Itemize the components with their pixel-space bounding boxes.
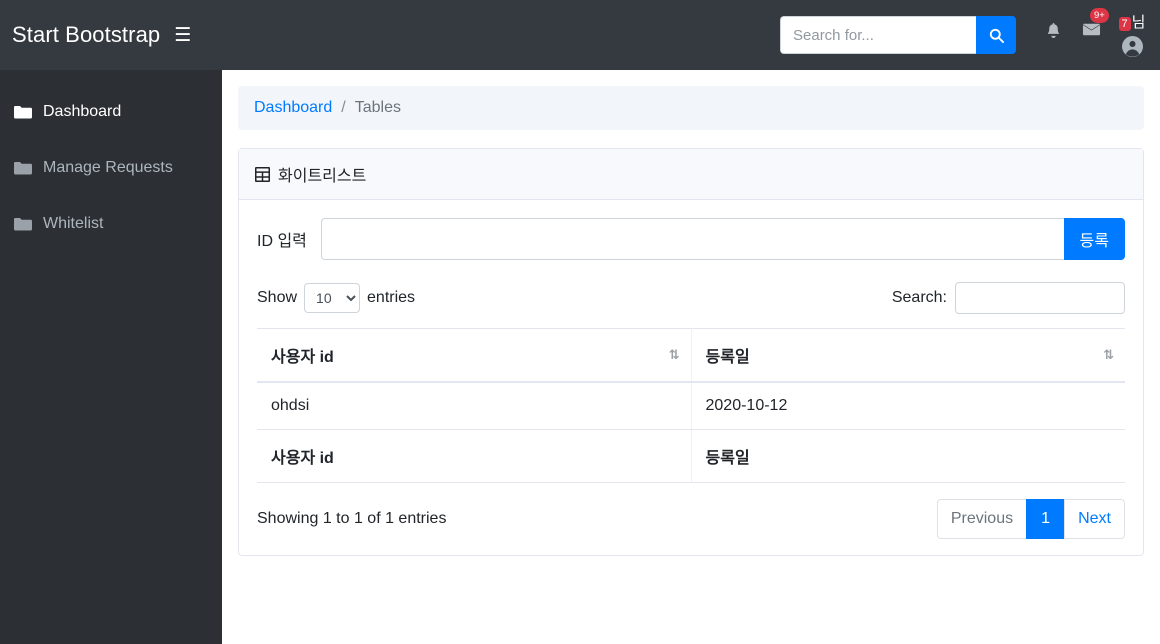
- navbar-icon-group: 9+ 7님: [1034, 0, 1160, 70]
- user-badge: 7: [1118, 17, 1131, 31]
- search-label: Search:: [891, 289, 947, 306]
- folder-icon: [14, 161, 34, 175]
- card-body: ID 입력 등록 Show 10 25 50 100 entries: [239, 200, 1143, 555]
- datatable-footer: Showing 1 to 1 of 1 entries Previous 1 N…: [257, 499, 1125, 539]
- breadcrumb-dashboard[interactable]: Dashboard: [254, 99, 332, 117]
- search-input[interactable]: [780, 16, 976, 54]
- cell-user-id: ohdsi: [257, 382, 692, 430]
- card-title: 화이트리스트: [278, 168, 367, 185]
- footer-header-registered-date: 등록일: [691, 429, 1125, 483]
- card-header: 화이트리스트: [239, 149, 1143, 200]
- datatable-search-control: Search:: [892, 282, 1125, 314]
- column-header-label: 사용자 id: [271, 349, 334, 366]
- column-header-user-id[interactable]: 사용자 id ⇅: [257, 328, 692, 383]
- breadcrumb: Dashboard / Tables: [238, 86, 1144, 130]
- messages-dropdown[interactable]: 9+: [1072, 0, 1110, 44]
- register-button[interactable]: 등록: [1063, 218, 1125, 260]
- pagination-next[interactable]: Next: [1064, 499, 1125, 539]
- column-header-label: 등록일: [705, 349, 750, 366]
- sidebar: Dashboard Manage Requests Whitelist: [0, 70, 222, 644]
- folder-icon: [14, 105, 34, 119]
- pagination: Previous 1 Next: [936, 499, 1125, 539]
- cell-registered-date: 2020-10-12: [691, 382, 1125, 430]
- user-dropdown[interactable]: 7님: [1110, 0, 1154, 70]
- table-foot: 사용자 id 등록일: [257, 429, 1125, 483]
- table-header-row: 사용자 id ⇅ 등록일 ⇅: [257, 328, 1125, 383]
- sidebar-item-manage-requests[interactable]: Manage Requests: [0, 140, 222, 196]
- entries-label: entries: [367, 289, 416, 306]
- sidebar-item-label: Manage Requests: [43, 159, 173, 176]
- datatable-search-input[interactable]: [955, 282, 1125, 314]
- search-icon[interactable]: [976, 16, 1016, 54]
- hamburger-icon[interactable]: ☰: [174, 26, 191, 45]
- breadcrumb-current: Tables: [354, 99, 401, 116]
- top-navbar: Start Bootstrap ☰ 9+ 7님: [0, 0, 1160, 70]
- bell-icon: [1047, 22, 1059, 38]
- main-content: Dashboard / Tables 화이트리스트 ID 입력 등록 Show …: [222, 70, 1160, 644]
- sort-updown-icon[interactable]: ⇅: [1103, 347, 1114, 363]
- table-grid-icon: [255, 166, 270, 182]
- pagination-page-1[interactable]: 1: [1026, 499, 1065, 539]
- alerts-dropdown[interactable]: [1034, 0, 1072, 44]
- table-head: 사용자 id ⇅ 등록일 ⇅: [257, 328, 1125, 383]
- table-footer-row: 사용자 id 등록일: [257, 429, 1125, 483]
- show-label: Show: [257, 289, 298, 306]
- user-honorific: 님: [1131, 14, 1146, 31]
- sidebar-item-label: Whitelist: [43, 215, 104, 232]
- column-header-registered-date[interactable]: 등록일 ⇅: [691, 328, 1125, 383]
- messages-badge: 9+: [1090, 8, 1109, 23]
- table-row[interactable]: ohdsi 2020-10-12: [257, 382, 1125, 430]
- whitelist-card: 화이트리스트 ID 입력 등록 Show 10 25 50: [238, 148, 1144, 556]
- page-length-select[interactable]: 10 25 50 100: [304, 283, 361, 313]
- datatable-controls: Show 10 25 50 100 entries Search:: [257, 282, 1125, 314]
- sidebar-item-dashboard[interactable]: Dashboard: [0, 84, 222, 140]
- sidebar-item-label: Dashboard: [43, 103, 122, 120]
- user-name-label: 7님: [1118, 11, 1146, 32]
- navbar-search-group: [780, 16, 1016, 54]
- datatable-info: Showing 1 to 1 of 1 entries: [257, 510, 447, 527]
- breadcrumb-separator: /: [341, 99, 346, 116]
- id-input[interactable]: [320, 218, 1064, 260]
- user-circle-icon: [1121, 36, 1143, 62]
- page-length-control: Show 10 25 50 100 entries: [257, 283, 415, 313]
- whitelist-table: 사용자 id ⇅ 등록일 ⇅ ohdsi 2020-10-12 사용자 id 등…: [257, 328, 1125, 483]
- footer-header-user-id: 사용자 id: [257, 429, 692, 483]
- pagination-previous[interactable]: Previous: [936, 499, 1027, 539]
- table-body: ohdsi 2020-10-12: [257, 382, 1125, 430]
- sidebar-item-whitelist[interactable]: Whitelist: [0, 196, 222, 252]
- id-register-row: ID 입력 등록: [257, 218, 1125, 260]
- id-input-group: 등록: [320, 218, 1125, 260]
- folder-icon: [14, 217, 34, 231]
- brand-logo[interactable]: Start Bootstrap: [0, 22, 160, 48]
- sort-updown-icon[interactable]: ⇅: [669, 347, 680, 363]
- id-input-label: ID 입력: [257, 233, 307, 250]
